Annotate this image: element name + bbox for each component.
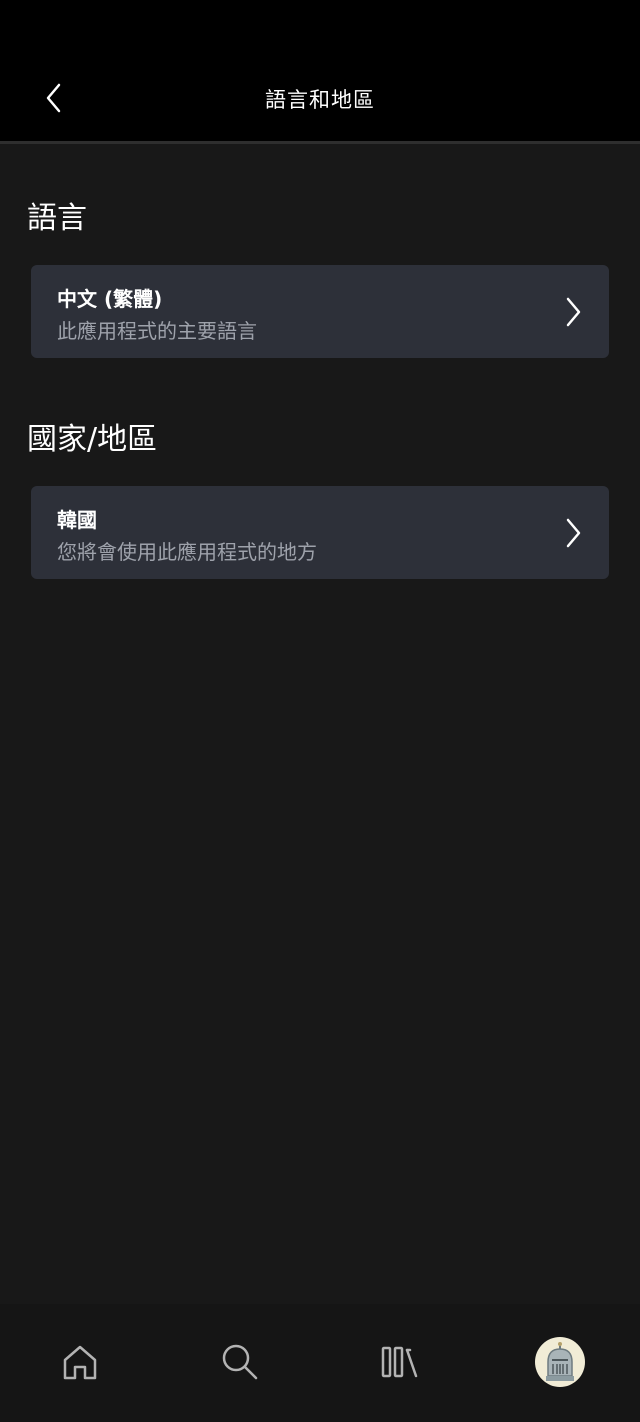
nav-home[interactable] — [48, 1330, 112, 1394]
bottom-navigation — [0, 1304, 640, 1422]
nav-library[interactable] — [368, 1330, 432, 1394]
language-card-title: 中文 (繁體) — [57, 287, 163, 311]
chevron-right-icon — [566, 518, 581, 548]
section-title-region: 國家/地區 — [27, 422, 158, 457]
region-card-title: 韓國 — [57, 508, 97, 532]
library-icon — [381, 1346, 418, 1378]
search-icon — [222, 1344, 258, 1380]
profile-avatar — [535, 1337, 585, 1387]
section-title-language: 語言 — [27, 201, 87, 236]
language-card-subtitle: 此應用程式的主要語言 — [57, 319, 257, 343]
page-title: 語言和地區 — [265, 88, 375, 112]
chevron-right-icon — [566, 297, 581, 327]
language-card[interactable]: 中文 (繁體) 此應用程式的主要語言 — [31, 265, 609, 358]
nav-search[interactable] — [208, 1330, 272, 1394]
nav-profile[interactable] — [528, 1330, 592, 1394]
top-app-bar: 語言和地區 — [0, 0, 640, 144]
knight-helmet-icon — [546, 1342, 574, 1381]
region-card-subtitle: 您將會使用此應用程式的地方 — [57, 540, 317, 564]
home-icon — [63, 1345, 97, 1380]
region-card[interactable]: 韓國 您將會使用此應用程式的地方 — [31, 486, 609, 579]
